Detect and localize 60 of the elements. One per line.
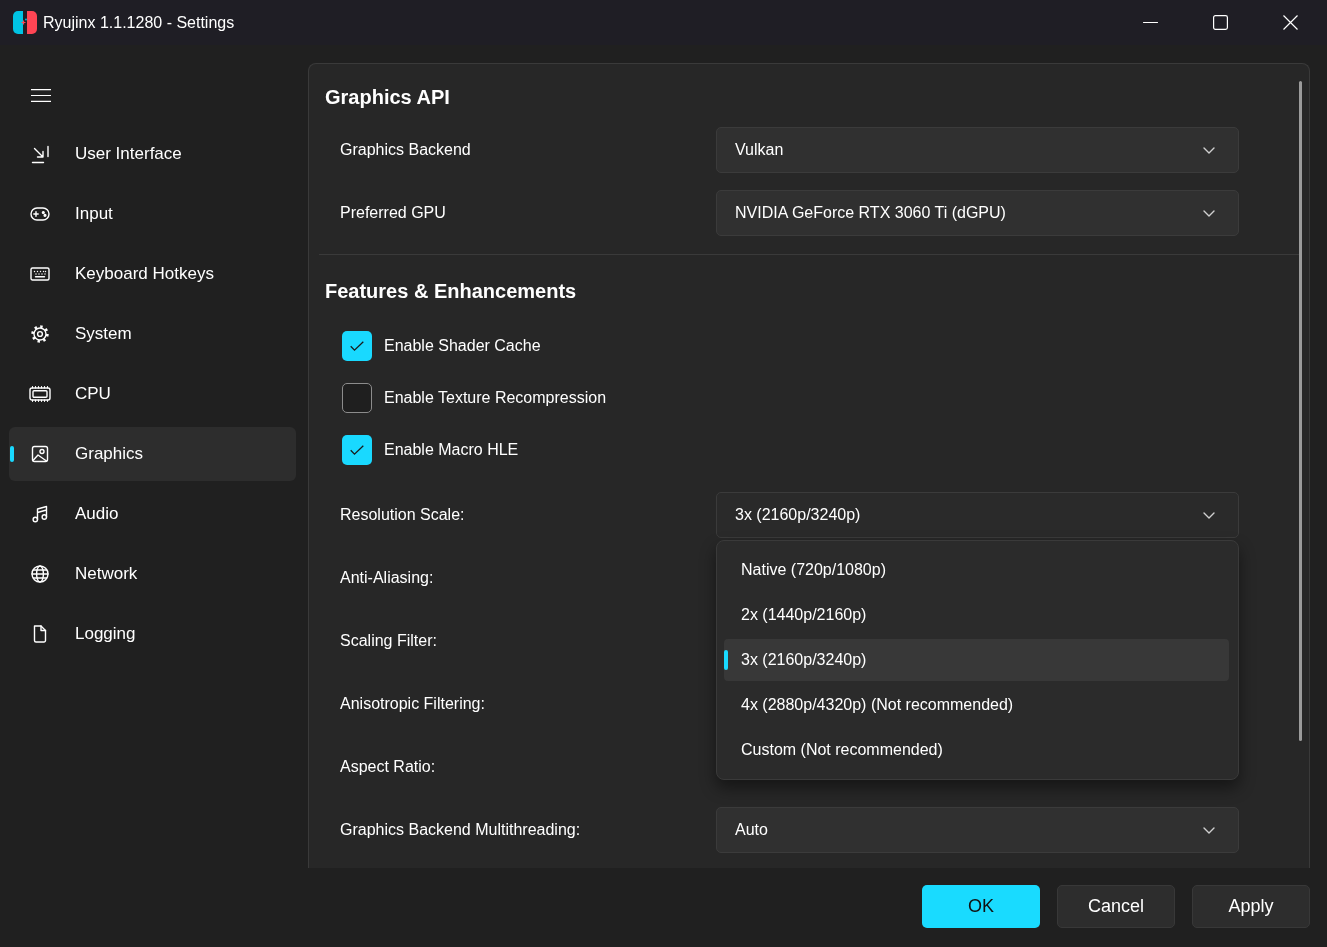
checkbox[interactable]	[342, 331, 372, 361]
dropdown-option[interactable]: 2x (1440p/2160p)	[724, 594, 1229, 636]
checkbox-label: Enable Shader Cache	[384, 336, 541, 356]
dropdown[interactable]: NVIDIA GeForce RTX 3060 Ti (dGPU)	[716, 190, 1239, 236]
checkbox-label: Enable Macro HLE	[384, 440, 519, 460]
sidebar-item[interactable]: User Interface	[9, 127, 296, 181]
section-heading: Graphics API	[325, 86, 450, 108]
chevron-down-icon	[1203, 511, 1215, 519]
setting-label: Resolution Scale:	[340, 506, 465, 523]
sidebar-item[interactable]: Keyboard Hotkeys	[9, 247, 296, 301]
chevron-down-icon	[1203, 146, 1215, 154]
chevron-down-icon	[1203, 209, 1215, 217]
sidebar-item[interactable]: Input	[9, 187, 296, 241]
music-note-icon	[30, 504, 50, 524]
setting-label: Graphics Backend Multithreading:	[340, 821, 581, 838]
dropdown[interactable]: Auto	[716, 807, 1239, 853]
dropdown[interactable]: Vulkan	[716, 127, 1239, 173]
chevron-down-icon	[1203, 826, 1215, 834]
image-icon	[30, 444, 50, 464]
dropdown[interactable]: 3x (2160p/3240p)	[716, 492, 1239, 538]
dropdown-option[interactable]: 4x (2880p/4320p) (Not recommended)	[724, 684, 1229, 726]
dropdown-option[interactable]: 3x (2160p/3240p)	[724, 639, 1229, 681]
sidebar-item[interactable]: Network	[9, 547, 296, 601]
globe-icon	[30, 564, 50, 584]
sidebar-item[interactable]: CPU	[9, 367, 296, 421]
keyboard-icon	[30, 264, 50, 284]
window-title: Ryujinx 1.1.1280 - Settings	[43, 12, 235, 33]
checkbox[interactable]	[342, 383, 372, 413]
close-icon[interactable]	[1282, 15, 1298, 30]
secondary-button[interactable]: Cancel	[1057, 885, 1175, 928]
setting-label: Scaling Filter:	[340, 632, 437, 649]
selection-indicator	[724, 650, 728, 670]
setting-label: Anti-Aliasing:	[340, 569, 434, 586]
setting-label: Preferred GPU	[340, 204, 446, 221]
section-heading: Features & Enhancements	[325, 280, 577, 302]
setting-label: Aspect Ratio:	[340, 758, 436, 775]
sidebar-item[interactable]: Audio	[9, 487, 296, 541]
primary-button[interactable]: OK	[922, 885, 1040, 928]
gamepad-icon	[30, 204, 50, 224]
sidebar-item[interactable]: System	[9, 307, 296, 361]
dropdown-option[interactable]: Custom (Not recommended)	[724, 729, 1229, 771]
scrollbar-thumb[interactable]	[1299, 81, 1302, 741]
chip-icon	[29, 384, 51, 404]
menu-icon[interactable]	[31, 89, 51, 102]
secondary-button[interactable]: Apply	[1192, 885, 1310, 928]
setting-label: Anisotropic Filtering:	[340, 695, 485, 712]
check-icon	[350, 445, 364, 455]
maximize-icon[interactable]	[1212, 15, 1228, 30]
checkbox[interactable]	[342, 435, 372, 465]
minimize-icon[interactable]	[1142, 21, 1158, 24]
dropdown-option[interactable]: Native (720p/1080p)	[724, 549, 1229, 591]
arrow-corner-icon	[30, 144, 50, 164]
logo-icon	[13, 11, 37, 34]
sidebar-item[interactable]: Graphics	[9, 427, 296, 481]
checkbox-label: Enable Texture Recompression	[384, 388, 607, 408]
sidebar-item[interactable]: Logging	[9, 607, 296, 661]
selection-indicator	[10, 446, 14, 462]
setting-label: Graphics Backend	[340, 141, 471, 158]
check-icon	[350, 341, 364, 351]
gear-icon	[30, 324, 50, 344]
